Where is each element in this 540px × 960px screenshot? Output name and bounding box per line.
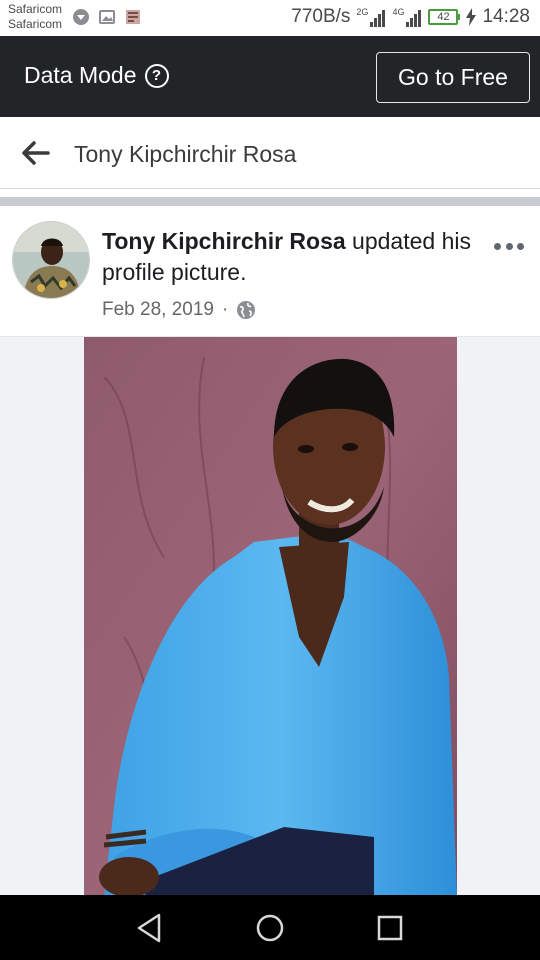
page-header: Tony Kipchirchir Rosa xyxy=(0,117,540,189)
signal-4g: 4G xyxy=(392,6,422,27)
battery-level: 42 xyxy=(428,9,459,25)
recents-square-icon[interactable] xyxy=(373,911,407,945)
app-notification-icon xyxy=(126,10,140,24)
charging-bolt-icon xyxy=(466,8,477,26)
help-icon[interactable]: ? xyxy=(144,63,169,88)
net-2g-label: 2G xyxy=(356,6,369,17)
system-nav-bar xyxy=(0,895,540,960)
carrier-1: Safaricom xyxy=(8,2,63,16)
data-mode-bar: Data Mode ? Go to Free xyxy=(0,36,540,117)
post-headline: Tony Kipchirchir Rosa updated his profil… xyxy=(102,226,482,288)
notification-icons xyxy=(72,8,142,26)
net-4g-label: 4G xyxy=(392,6,405,17)
battery-icon: 42 xyxy=(428,9,461,25)
signal-bars-icon xyxy=(370,9,386,27)
avatar[interactable] xyxy=(12,221,90,299)
section-divider xyxy=(0,197,540,206)
clock: 14:28 xyxy=(482,6,530,27)
page-title: Tony Kipchirchir Rosa xyxy=(74,141,297,167)
back-arrow-icon[interactable] xyxy=(20,139,50,167)
post-meta: Feb 28, 2019 · xyxy=(102,299,256,321)
post-date[interactable]: Feb 28, 2019 xyxy=(102,299,214,321)
globe-icon xyxy=(237,301,256,319)
status-bar: Safaricom Safaricom 770B/s 2G 4G 42 14:2… xyxy=(0,0,540,36)
signal-bars-icon xyxy=(406,9,422,27)
network-speed: 770B/s xyxy=(291,6,351,27)
post-photo-area xyxy=(0,336,540,897)
feed-post: Tony Kipchirchir Rosa updated his profil… xyxy=(0,206,540,897)
vpn-shield-icon xyxy=(73,9,89,25)
post-author-link[interactable]: Tony Kipchirchir Rosa xyxy=(102,228,346,254)
image-notification-icon xyxy=(99,10,115,24)
back-triangle-icon[interactable] xyxy=(133,911,167,945)
carrier-names: Safaricom Safaricom xyxy=(8,2,62,32)
profile-photo[interactable] xyxy=(84,337,457,897)
more-options-icon[interactable] xyxy=(494,240,524,252)
meta-separator: · xyxy=(221,299,229,320)
signal-2g: 2G xyxy=(356,6,386,27)
carrier-2: Safaricom xyxy=(8,17,63,31)
status-right: 770B/s 2G 4G 42 14:28 xyxy=(291,6,530,28)
go-to-free-button[interactable]: Go to Free xyxy=(376,52,530,103)
data-mode-label: Data Mode xyxy=(24,62,137,88)
data-mode-label-group: Data Mode ? xyxy=(24,62,169,89)
home-circle-icon[interactable] xyxy=(253,911,287,945)
